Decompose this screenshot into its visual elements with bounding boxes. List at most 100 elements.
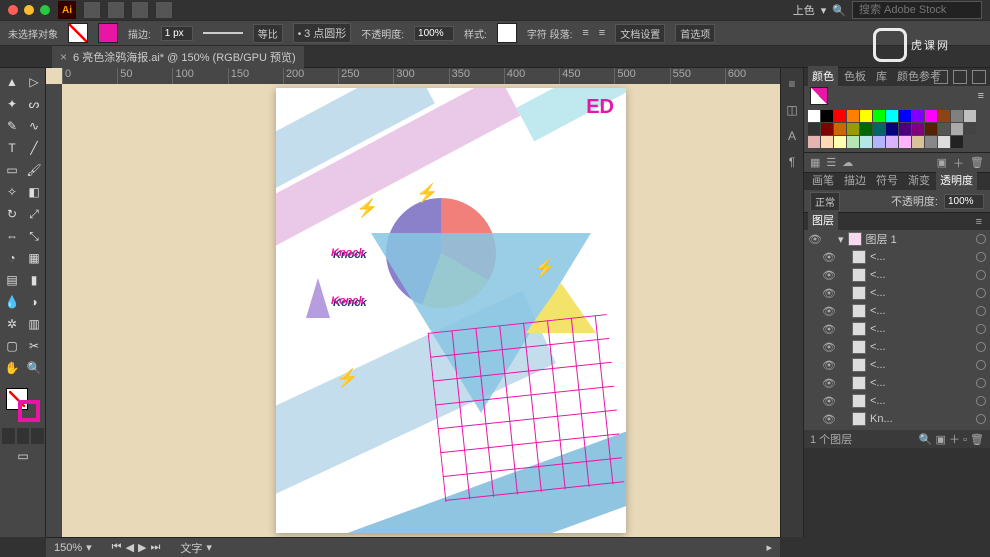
swatch[interactable] bbox=[834, 110, 846, 122]
swatch[interactable] bbox=[808, 110, 820, 122]
pen-tool[interactable]: ✎ bbox=[2, 116, 22, 136]
document-tab[interactable]: × 6 亮色涂鸦海报.ai* @ 150% (RGB/GPU 预览) bbox=[52, 46, 304, 68]
style-swatch[interactable] bbox=[497, 23, 517, 43]
swatch[interactable] bbox=[899, 136, 911, 148]
layer-name[interactable]: 图层 1 bbox=[866, 231, 972, 247]
layer-row[interactable]: 👁<... bbox=[804, 302, 990, 320]
symbol-sprayer-tool[interactable]: ✲ bbox=[2, 314, 22, 334]
tab-brushes[interactable]: 画笔 bbox=[808, 170, 838, 190]
target-icon[interactable] bbox=[976, 306, 986, 316]
prev-artboard-icon[interactable]: ◀ bbox=[126, 541, 134, 554]
panel-menu-icon[interactable]: ≡ bbox=[972, 214, 986, 230]
character-panel-icon[interactable]: A bbox=[784, 128, 800, 144]
visibility-toggle-icon[interactable]: 👁 bbox=[822, 251, 834, 264]
target-icon[interactable] bbox=[976, 288, 986, 298]
swatch[interactable] bbox=[951, 136, 963, 148]
opacity-input-2[interactable] bbox=[944, 194, 984, 209]
close-window-button[interactable] bbox=[8, 5, 18, 15]
close-tab-icon[interactable]: × bbox=[60, 50, 67, 64]
swatch[interactable] bbox=[847, 110, 859, 122]
swatch[interactable] bbox=[886, 123, 898, 135]
swatch[interactable] bbox=[860, 110, 872, 122]
layer-row[interactable]: 👁<... bbox=[804, 284, 990, 302]
target-icon[interactable] bbox=[976, 324, 986, 334]
target-icon[interactable] bbox=[976, 342, 986, 352]
artboard-tool[interactable]: ▢ bbox=[2, 336, 22, 356]
delete-layer-icon[interactable]: 🗑 bbox=[970, 434, 984, 446]
layer-name[interactable]: <... bbox=[870, 269, 972, 281]
swatch[interactable] bbox=[821, 110, 833, 122]
tab-stroke[interactable]: 描边 bbox=[840, 170, 870, 190]
scale-tool[interactable]: ⤢ bbox=[24, 204, 44, 224]
selection-tool[interactable]: ▲ bbox=[2, 72, 22, 92]
artwork-triangle-purple[interactable] bbox=[306, 278, 330, 318]
swatch[interactable] bbox=[925, 110, 937, 122]
minimize-window-button[interactable] bbox=[24, 5, 34, 15]
swatch[interactable] bbox=[860, 123, 872, 135]
visibility-toggle-icon[interactable]: 👁 bbox=[808, 233, 820, 246]
visibility-toggle-icon[interactable]: 👁 bbox=[822, 359, 834, 372]
zoom-tool[interactable]: 🔍 bbox=[24, 358, 44, 378]
next-artboard-icon[interactable]: ▶ bbox=[138, 541, 146, 554]
new-group-icon[interactable]: ▣ bbox=[937, 156, 947, 169]
swatch[interactable] bbox=[925, 123, 937, 135]
swatch[interactable] bbox=[847, 123, 859, 135]
tab-symbols[interactable]: 符号 bbox=[872, 170, 902, 190]
curvature-tool[interactable]: ∿ bbox=[24, 116, 44, 136]
hand-tool[interactable]: ✋ bbox=[2, 358, 22, 378]
layer-row[interactable]: 👁<... bbox=[804, 320, 990, 338]
gradient-tool[interactable]: ▮ bbox=[24, 270, 44, 290]
delete-swatch-icon[interactable]: 🗑 bbox=[970, 156, 984, 169]
target-icon[interactable] bbox=[976, 270, 986, 280]
artwork-zigzag[interactable]: ⚡ bbox=[534, 258, 556, 279]
cloud-icon[interactable]: ☁ bbox=[842, 156, 853, 169]
draw-normal[interactable] bbox=[2, 428, 15, 444]
layer-top-row[interactable]: 👁 ▾ 图层 1 bbox=[804, 230, 990, 248]
chevron-right-icon[interactable]: ▸ bbox=[766, 541, 772, 554]
dropdown-arrow-icon[interactable]: ▾ bbox=[821, 4, 827, 17]
doc-setup-button[interactable]: 文档设置 bbox=[615, 24, 665, 43]
swatch[interactable] bbox=[938, 136, 950, 148]
swatch[interactable] bbox=[899, 110, 911, 122]
locate-object-icon[interactable]: 🔍 bbox=[919, 434, 933, 446]
swatch[interactable] bbox=[847, 136, 859, 148]
shaper-tool[interactable]: ✧ bbox=[2, 182, 22, 202]
swatch[interactable] bbox=[925, 136, 937, 148]
chevron-down-icon[interactable]: ▾ bbox=[86, 541, 92, 554]
slice-tool[interactable]: ✂ bbox=[24, 336, 44, 356]
cloud-icon[interactable] bbox=[156, 2, 172, 18]
swatch[interactable] bbox=[834, 123, 846, 135]
stock-search-input[interactable] bbox=[852, 1, 982, 19]
paragraph-panel-icon[interactable]: ¶ bbox=[784, 154, 800, 170]
shape-builder-tool[interactable]: ◔ bbox=[2, 248, 22, 268]
panel-view-icon[interactable] bbox=[934, 70, 948, 84]
visibility-toggle-icon[interactable]: 👁 bbox=[822, 269, 834, 282]
brush-dropdown[interactable]: • 3 点圆形 bbox=[293, 23, 351, 43]
canvas[interactable]: 050100150200250300350400450500550600 ⚡ ⚡… bbox=[46, 68, 780, 537]
eraser-tool[interactable]: ◧ bbox=[24, 182, 44, 202]
opacity-input[interactable] bbox=[414, 26, 454, 41]
layer-name[interactable]: <... bbox=[870, 341, 972, 353]
profile-dropdown[interactable]: 等比 bbox=[253, 24, 283, 43]
graph-tool[interactable]: ▥ bbox=[24, 314, 44, 334]
layer-row[interactable]: 👁Kn... bbox=[804, 410, 990, 428]
color-fill-stroke-icon[interactable] bbox=[810, 87, 828, 105]
swatch[interactable] bbox=[912, 110, 924, 122]
align-left-icon[interactable]: ≡ bbox=[582, 27, 588, 39]
align-center-icon[interactable]: ≡ bbox=[599, 27, 605, 39]
layer-row[interactable]: 👁<... bbox=[804, 356, 990, 374]
lasso-tool[interactable]: ᔕ bbox=[24, 94, 44, 114]
swatch-kind-icon[interactable]: ▦ bbox=[810, 156, 820, 169]
new-swatch-icon[interactable]: ＋ bbox=[953, 155, 964, 171]
layer-row[interactable]: 👁<... bbox=[804, 392, 990, 410]
blend-tool[interactable]: ◑ bbox=[24, 292, 44, 312]
swatch[interactable] bbox=[886, 136, 898, 148]
brush-tool[interactable]: 🖌 bbox=[24, 160, 44, 180]
last-artboard-icon[interactable]: ⏭ bbox=[151, 541, 161, 554]
layer-row[interactable]: 👁 <... bbox=[804, 266, 990, 284]
artwork-zigzag[interactable]: ⚡ bbox=[356, 198, 378, 219]
artwork-ed-text[interactable]: ED bbox=[586, 96, 614, 119]
swatch[interactable] bbox=[808, 136, 820, 148]
swatch-options-icon[interactable]: ☰ bbox=[826, 156, 836, 169]
swatch[interactable] bbox=[834, 136, 846, 148]
